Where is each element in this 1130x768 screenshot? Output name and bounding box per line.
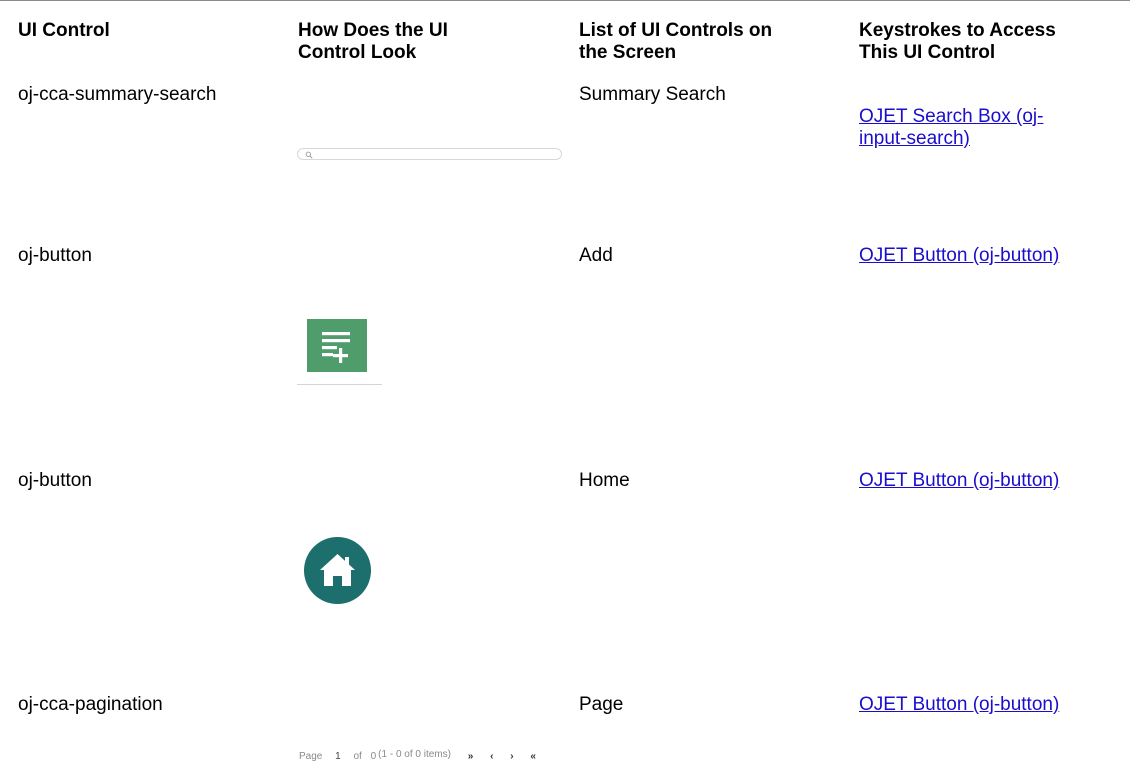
- pagination-range: (1 - 0 of 0 items): [378, 749, 451, 760]
- header-controls-on-screen: List of UI Controls on the Screen: [579, 20, 773, 63]
- home-icon: [320, 554, 355, 586]
- pagination-total-pages: 0: [370, 751, 377, 762]
- row-3-control: oj-button: [18, 470, 92, 491]
- header-ui-control: UI Control: [18, 20, 110, 41]
- add-list-icon: [322, 332, 350, 363]
- add-button-preview: [307, 319, 367, 372]
- row-2-screen-control: Add: [579, 245, 613, 266]
- pagination-prev-icon: ‹: [490, 751, 494, 762]
- pagination-preview: Page 1 of 0 (1 - 0 of 0 items) » ‹ › «: [299, 749, 536, 763]
- summary-search-preview: [297, 148, 562, 160]
- row-4-control: oj-cca-pagination: [18, 694, 163, 715]
- row-3-keystroke-link[interactable]: OJET Button (oj-button): [859, 470, 1059, 491]
- pagination-last-icon: »: [467, 751, 474, 762]
- search-icon: [305, 151, 313, 159]
- row-4-keystroke-link[interactable]: OJET Button (oj-button): [859, 694, 1059, 715]
- table-top-border: [0, 0, 1130, 1]
- row-4-screen-control: Page: [579, 694, 624, 715]
- row-2-keystroke-link[interactable]: OJET Button (oj-button): [859, 245, 1059, 266]
- header-keystrokes: Keystrokes to Access This UI Control: [859, 20, 1056, 63]
- row-3-screen-control: Home: [579, 470, 630, 491]
- pagination-next-icon: ›: [510, 751, 514, 762]
- row-1-keystroke-link[interactable]: OJET Search Box (oj- input-search): [859, 106, 1043, 149]
- pagination-first-icon: «: [530, 751, 536, 762]
- row-1-screen-control: Summary Search: [579, 84, 726, 105]
- home-button-preview: [304, 537, 371, 604]
- add-button-divider: [297, 384, 382, 385]
- row-1-control: oj-cca-summary-search: [18, 84, 217, 105]
- header-control-look: How Does the UI Control Look: [298, 20, 448, 63]
- pagination-page-number: 1: [335, 751, 341, 762]
- pagination-of-label: of: [353, 751, 362, 762]
- row-2-control: oj-button: [18, 245, 92, 266]
- pagination-page-label: Page: [299, 751, 323, 762]
